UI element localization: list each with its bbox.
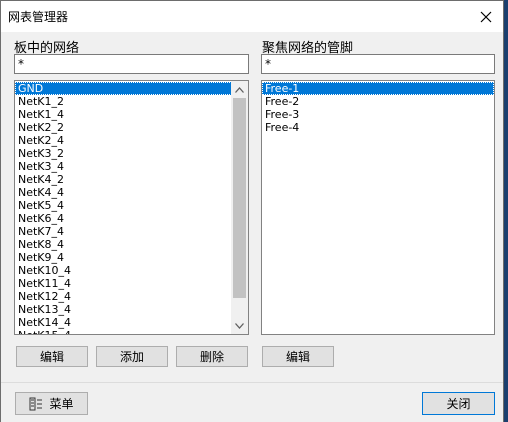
close-window-button[interactable] [469, 1, 503, 32]
pin-list-item[interactable]: Free-1 [262, 82, 494, 95]
add-net-button[interactable]: 添加 [96, 346, 168, 367]
chevron-down-icon [235, 322, 244, 329]
net-list-item[interactable]: NetK3_2 [15, 147, 248, 160]
scroll-down-button[interactable] [231, 317, 248, 334]
scroll-thumb[interactable] [233, 98, 246, 298]
menu-icon [29, 397, 43, 410]
close-button[interactable]: 关闭 [422, 392, 495, 415]
chevron-up-icon [235, 86, 244, 93]
net-list-item[interactable]: NetK12_4 [15, 290, 248, 303]
net-list-item[interactable]: NetK2_4 [15, 134, 248, 147]
pins-items: Free-1 Free-2 Free-3 Free-4 [262, 82, 494, 134]
netlist-manager-dialog: 网表管理器 板中的网络 GNDNetK1_2NetK1_4NetK2_2NetK… [0, 0, 504, 422]
net-list-item[interactable]: NetK11_4 [15, 277, 248, 290]
edit-net-button[interactable]: 编辑 [16, 346, 88, 367]
net-list-item[interactable]: NetK5_4 [15, 199, 248, 212]
scroll-up-button[interactable] [231, 81, 248, 98]
net-list-item[interactable]: NetK4_4 [15, 186, 248, 199]
net-list-item[interactable]: NetK9_4 [15, 251, 248, 264]
board-nets-list[interactable]: GND NetK1_2 NetK1_4 NetK2_2 NetK2_4 NetK3_2 Ne… [14, 80, 249, 335]
net-list-item[interactable]: NetK15_4 [15, 329, 248, 334]
close-icon [480, 11, 492, 22]
net-list-item[interactable]: NetK2_2 [15, 121, 248, 134]
footer-bar: 菜单 关闭 [1, 382, 503, 422]
net-list-item[interactable]: NetK7_4 [15, 225, 248, 238]
delete-net-button[interactable]: 删除 [176, 346, 248, 367]
board-nets-filter-input[interactable] [14, 54, 249, 74]
menu-button[interactable]: 菜单 [15, 392, 88, 415]
pin-list-item[interactable]: Free-2 [262, 95, 494, 108]
net-list-item[interactable]: NetK14_4 [15, 316, 248, 329]
net-list-item[interactable]: NetK1_2 [15, 95, 248, 108]
board-nets-scrollbar[interactable] [231, 81, 248, 334]
net-list-item[interactable]: NetK8_4 [15, 238, 248, 251]
net-list-item[interactable]: NetK4_2 [15, 173, 248, 186]
net-list-item[interactable]: NetK3_4 [15, 160, 248, 173]
net-list-item[interactable]: GND [15, 82, 248, 95]
pin-list-item[interactable]: Free-3 [262, 108, 494, 121]
menu-button-label: 菜单 [49, 397, 74, 411]
net-list-item[interactable]: NetK10_4 [15, 264, 248, 277]
title-bar[interactable]: 网表管理器 [1, 1, 503, 32]
pin-list-item[interactable]: Free-4 [262, 121, 494, 134]
pins-filter-input[interactable] [261, 54, 495, 74]
pins-list[interactable]: Free-1 Free-2 Free-3 Free-4 [261, 80, 495, 335]
edit-pin-button[interactable]: 编辑 [262, 346, 334, 367]
board-nets-items: GND NetK1_2 NetK1_4 NetK2_2 NetK2_4 NetK3_2 Ne… [15, 82, 248, 334]
window-title: 网表管理器 [8, 10, 69, 24]
net-list-item[interactable]: NetK1_4 [15, 108, 248, 121]
net-list-item[interactable]: NetK13_4 [15, 303, 248, 316]
net-list-item[interactable]: NetK6_4 [15, 212, 248, 225]
